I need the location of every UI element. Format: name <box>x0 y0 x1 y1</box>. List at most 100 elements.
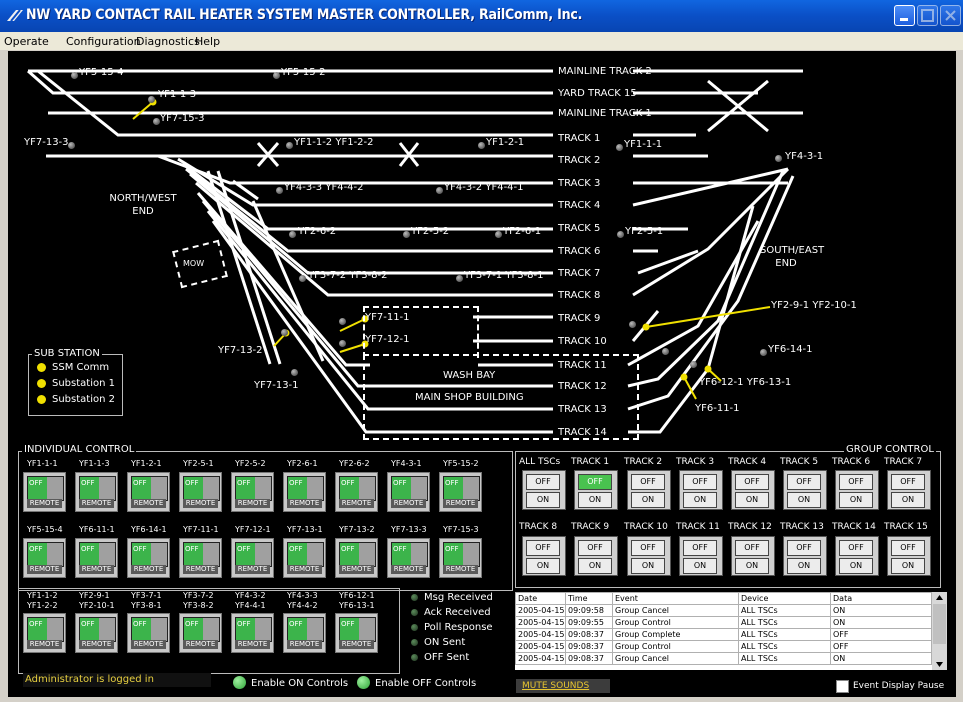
group-on-button[interactable]: ON <box>683 492 717 508</box>
group-on-button[interactable]: ON <box>578 492 612 508</box>
individual-switch[interactable]: OFF REMOTE <box>75 538 118 578</box>
event-column-header[interactable]: Event <box>612 592 739 605</box>
switch-toggle[interactable]: OFF <box>443 542 480 567</box>
group-off-button[interactable]: OFF <box>735 540 769 556</box>
event-column-header[interactable]: Time <box>565 592 613 605</box>
group-on-button[interactable]: ON <box>735 492 769 508</box>
menu-operate[interactable]: Operate <box>4 35 49 48</box>
switch-toggle[interactable]: OFF <box>183 617 220 642</box>
group-button[interactable]: OFF ON <box>835 470 879 510</box>
menu-help[interactable]: Help <box>195 35 220 48</box>
individual-switch[interactable]: OFF REMOTE <box>23 472 66 512</box>
group-on-button[interactable]: ON <box>839 558 873 574</box>
group-button[interactable]: OFF ON <box>522 536 566 576</box>
group-off-button[interactable]: OFF <box>526 474 560 490</box>
individual-switch[interactable]: OFF REMOTE <box>231 472 274 512</box>
group-off-button[interactable]: OFF <box>787 474 821 490</box>
switch-toggle[interactable]: OFF <box>391 476 428 501</box>
group-button[interactable]: OFF ON <box>627 536 671 576</box>
group-on-button[interactable]: ON <box>891 558 925 574</box>
group-off-button[interactable]: OFF <box>683 474 717 490</box>
group-on-button[interactable]: ON <box>891 492 925 508</box>
individual-switch[interactable]: OFF REMOTE <box>23 538 66 578</box>
group-button[interactable]: OFF ON <box>627 470 671 510</box>
group-on-button[interactable]: ON <box>526 492 560 508</box>
group-off-button[interactable]: OFF <box>631 474 665 490</box>
minimize-button[interactable] <box>894 5 915 26</box>
event-log-scrollbar[interactable] <box>932 592 947 670</box>
switch-toggle[interactable]: OFF <box>391 542 428 567</box>
maximize-button[interactable] <box>917 5 938 26</box>
switch-toggle[interactable]: OFF <box>287 476 324 501</box>
group-button[interactable]: OFF ON <box>783 470 827 510</box>
enable-off-indicator[interactable] <box>357 676 370 689</box>
individual-switch[interactable]: OFF REMOTE <box>75 472 118 512</box>
group-off-button[interactable]: OFF <box>891 540 925 556</box>
group-off-button[interactable]: OFF <box>578 540 612 556</box>
group-button[interactable]: OFF ON <box>574 470 618 510</box>
menu-diagnostics[interactable]: Diagnostics <box>136 35 200 48</box>
paired-switch[interactable]: OFF REMOTE <box>127 613 170 653</box>
switch-toggle[interactable]: OFF <box>443 476 480 501</box>
event-log-table[interactable]: Date Time Event Device Data 2005-04-15 09:09:… <box>515 592 947 670</box>
group-off-button[interactable]: OFF <box>735 474 769 490</box>
group-button[interactable]: OFF ON <box>887 470 931 510</box>
individual-switch[interactable]: OFF REMOTE <box>439 472 482 512</box>
group-on-button[interactable]: ON <box>683 558 717 574</box>
individual-switch[interactable]: OFF REMOTE <box>179 472 222 512</box>
group-button[interactable]: OFF ON <box>679 536 723 576</box>
event-row[interactable]: 2005-04-15 09:08:37 Group Complete ALL TSCs… <box>515 628 932 641</box>
event-pause-label[interactable]: Event Display Pause <box>853 681 944 691</box>
enable-on-indicator[interactable] <box>233 676 246 689</box>
menu-configuration[interactable]: Configuration <box>66 35 141 48</box>
switch-toggle[interactable]: OFF <box>27 617 64 642</box>
individual-switch[interactable]: OFF REMOTE <box>179 538 222 578</box>
switch-toggle[interactable]: OFF <box>287 542 324 567</box>
group-on-button[interactable]: ON <box>578 558 612 574</box>
switch-toggle[interactable]: OFF <box>27 476 64 501</box>
group-on-button[interactable]: ON <box>787 558 821 574</box>
event-row[interactable]: 2005-04-15 09:08:37 Group Control ALL TSCs O… <box>515 640 932 653</box>
group-off-button[interactable]: OFF <box>526 540 560 556</box>
individual-switch[interactable]: OFF REMOTE <box>127 472 170 512</box>
paired-switch[interactable]: OFF REMOTE <box>23 613 66 653</box>
switch-toggle[interactable]: OFF <box>79 476 116 501</box>
event-column-header[interactable]: Device <box>738 592 831 605</box>
switch-toggle[interactable]: OFF <box>27 542 64 567</box>
group-on-button[interactable]: ON <box>787 492 821 508</box>
switch-toggle[interactable]: OFF <box>339 542 376 567</box>
event-pause-checkbox[interactable] <box>836 680 849 693</box>
mute-sounds-button[interactable]: MUTE SOUNDS <box>516 679 610 693</box>
switch-toggle[interactable]: OFF <box>183 476 220 501</box>
individual-switch[interactable]: OFF REMOTE <box>127 538 170 578</box>
individual-switch[interactable]: OFF REMOTE <box>231 538 274 578</box>
group-button[interactable]: OFF ON <box>522 470 566 510</box>
switch-toggle[interactable]: OFF <box>287 617 324 642</box>
group-button[interactable]: OFF ON <box>835 536 879 576</box>
switch-toggle[interactable]: OFF <box>339 617 376 642</box>
switch-toggle[interactable]: OFF <box>183 542 220 567</box>
event-row[interactable]: 2005-04-15 09:09:58 Group Cancel ALL TSCs ON <box>515 604 932 617</box>
individual-switch[interactable]: OFF REMOTE <box>335 538 378 578</box>
group-button[interactable]: OFF ON <box>679 470 723 510</box>
switch-toggle[interactable]: OFF <box>235 542 272 567</box>
group-button[interactable]: OFF ON <box>731 536 775 576</box>
group-off-button[interactable]: OFF <box>839 540 873 556</box>
group-button[interactable]: OFF ON <box>574 536 618 576</box>
switch-toggle[interactable]: OFF <box>79 542 116 567</box>
individual-switch[interactable]: OFF REMOTE <box>283 472 326 512</box>
group-off-button[interactable]: OFF <box>891 474 925 490</box>
group-on-button[interactable]: ON <box>631 492 665 508</box>
group-on-button[interactable]: ON <box>839 492 873 508</box>
switch-toggle[interactable]: OFF <box>79 617 116 642</box>
enable-off-label[interactable]: Enable OFF Controls <box>375 678 476 689</box>
individual-switch[interactable]: OFF REMOTE <box>387 538 430 578</box>
event-row[interactable]: 2005-04-15 09:09:55 Group Control ALL TSCs O… <box>515 616 932 629</box>
event-row[interactable]: 2005-04-15 09:08:37 Group Cancel ALL TSCs ON <box>515 652 932 665</box>
group-on-button[interactable]: ON <box>526 558 560 574</box>
group-off-button[interactable]: OFF <box>578 474 612 490</box>
group-on-button[interactable]: ON <box>735 558 769 574</box>
event-column-header[interactable]: Date <box>515 592 566 605</box>
paired-switch[interactable]: OFF REMOTE <box>231 613 274 653</box>
paired-switch[interactable]: OFF REMOTE <box>75 613 118 653</box>
